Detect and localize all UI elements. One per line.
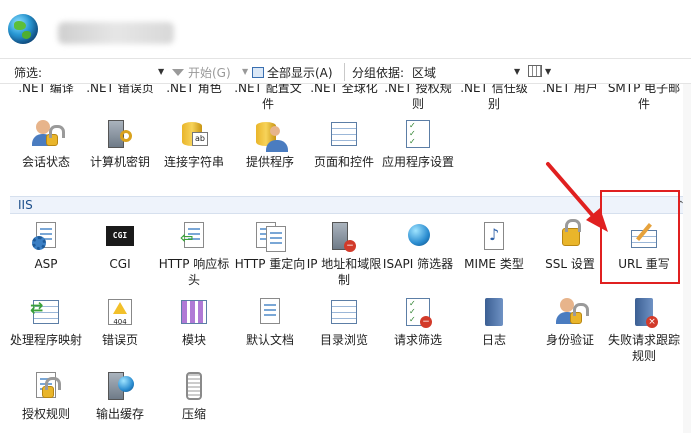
handler-mappings-icon: ⇄ (30, 296, 62, 328)
feature-failed-request-tracing[interactable]: × 失败请求跟踪规则 (606, 296, 682, 364)
output-caching-icon (104, 370, 136, 402)
feature-http-redirect[interactable]: HTTP 重定向 (232, 220, 308, 272)
blurred-title (58, 22, 174, 44)
feature-machine-key[interactable]: 计算机密钥 (82, 118, 158, 170)
ip-domain-restrictions-icon: − (328, 220, 360, 252)
feature-isapi-filters[interactable]: ISAPI 筛选器 (380, 220, 456, 272)
http-redirect-icon (254, 220, 286, 252)
pages-controls-icon (328, 118, 360, 150)
feature-providers[interactable]: 提供程序 (232, 118, 308, 170)
feature-connection-strings[interactable]: ab 连接字符串 (156, 118, 232, 170)
group-by-label: 分组依据: (352, 66, 405, 80)
show-all-button[interactable]: 全部显示(A) (252, 64, 333, 81)
mime-types-icon (478, 220, 510, 252)
funnel-icon (172, 69, 184, 76)
feature-compression[interactable]: 压缩 (156, 370, 232, 422)
feature-error-pages[interactable]: 404 错误页 (82, 296, 158, 348)
feature-ip-domain-restrictions[interactable]: − IP 地址和域限制 (306, 220, 382, 288)
feature-session-state[interactable]: 会话状态 (8, 118, 84, 170)
filter-toolbar: 筛选: ▼ 开始(G) ▼ 全部显示(A) 分组依据: 区域 ▼ ▼ (0, 58, 691, 84)
vertical-scrollbar[interactable] (683, 84, 691, 433)
session-state-icon (30, 118, 65, 150)
filter-input[interactable] (56, 62, 168, 80)
feature-logging[interactable]: 日志 (456, 296, 532, 348)
start-dropdown-icon[interactable]: ▼ (242, 67, 248, 76)
show-all-icon (252, 67, 264, 78)
toolbar-separator (344, 63, 345, 81)
providers-icon (254, 118, 288, 152)
feature-http-response-headers[interactable]: ⇦ HTTP 响应标头 (156, 220, 232, 288)
app-settings-icon (402, 118, 434, 150)
feature-cgi[interactable]: CGI CGI (82, 220, 158, 272)
feature-mime-types[interactable]: MIME 类型 (456, 220, 532, 272)
filter-label: 筛选: (14, 66, 43, 80)
connection-strings-icon: ab (178, 118, 210, 150)
default-document-icon (254, 296, 286, 328)
group-dropdown-icon[interactable]: ▼ (514, 67, 520, 76)
feature-item[interactable]: .NET 全球化 (306, 84, 382, 96)
authorization-rules-icon (30, 370, 62, 402)
logging-icon (478, 296, 510, 328)
feature-item[interactable]: SMTP 电子邮件 (606, 84, 682, 112)
failed-request-tracing-icon: × (628, 296, 660, 328)
error-pages-icon: 404 (104, 296, 136, 328)
group-by-select[interactable]: 区域 (412, 64, 436, 81)
feature-directory-browsing[interactable]: 目录浏览 (306, 296, 382, 348)
start-filter-button[interactable]: 开始(G) (172, 64, 231, 81)
feature-asp[interactable]: ASP (8, 220, 84, 272)
cgi-icon: CGI (104, 220, 136, 252)
feature-output-caching[interactable]: 输出缓存 (82, 370, 158, 422)
feature-item[interactable]: .NET 错误页 (82, 84, 158, 96)
feature-app-settings[interactable]: 应用程序设置 (380, 118, 456, 170)
directory-browsing-icon (328, 296, 360, 328)
filter-dropdown-icon[interactable]: ▼ (158, 67, 164, 76)
feature-item[interactable]: .NET 用户 (532, 84, 608, 96)
view-dropdown-icon[interactable]: ▼ (545, 67, 551, 76)
modules-icon (178, 296, 210, 328)
compression-icon (178, 370, 210, 402)
feature-item[interactable]: .NET 角色 (156, 84, 232, 96)
feature-authentication[interactable]: 身份验证 (532, 296, 608, 348)
feature-pages-controls[interactable]: 页面和控件 (306, 118, 382, 170)
features-view: .NET 编译 .NET 错误页 .NET 角色 .NET 配置文件 .NET … (0, 84, 691, 433)
machine-key-icon (104, 118, 136, 150)
view-mode-icon[interactable] (528, 65, 542, 77)
feature-handler-mappings[interactable]: ⇄ 处理程序映射 (8, 296, 84, 348)
feature-item[interactable]: .NET 授权规则 (380, 84, 456, 112)
request-filtering-icon: − (402, 296, 434, 328)
feature-item[interactable]: .NET 信任级别 (456, 84, 532, 112)
iis-globe-icon (8, 14, 38, 44)
feature-item[interactable]: .NET 配置文件 (230, 84, 306, 112)
http-response-headers-icon: ⇦ (178, 220, 210, 252)
feature-item[interactable]: .NET 编译 (8, 84, 84, 96)
isapi-filters-icon (402, 220, 434, 252)
authentication-icon (554, 296, 589, 328)
asp-icon (30, 220, 62, 252)
header (0, 0, 691, 56)
annotation-arrow-icon (546, 162, 608, 232)
feature-default-document[interactable]: 默认文档 (232, 296, 308, 348)
feature-authorization-rules[interactable]: 授权规则 (8, 370, 84, 422)
feature-modules[interactable]: 模块 (156, 296, 232, 348)
feature-request-filtering[interactable]: − 请求筛选 (380, 296, 456, 348)
